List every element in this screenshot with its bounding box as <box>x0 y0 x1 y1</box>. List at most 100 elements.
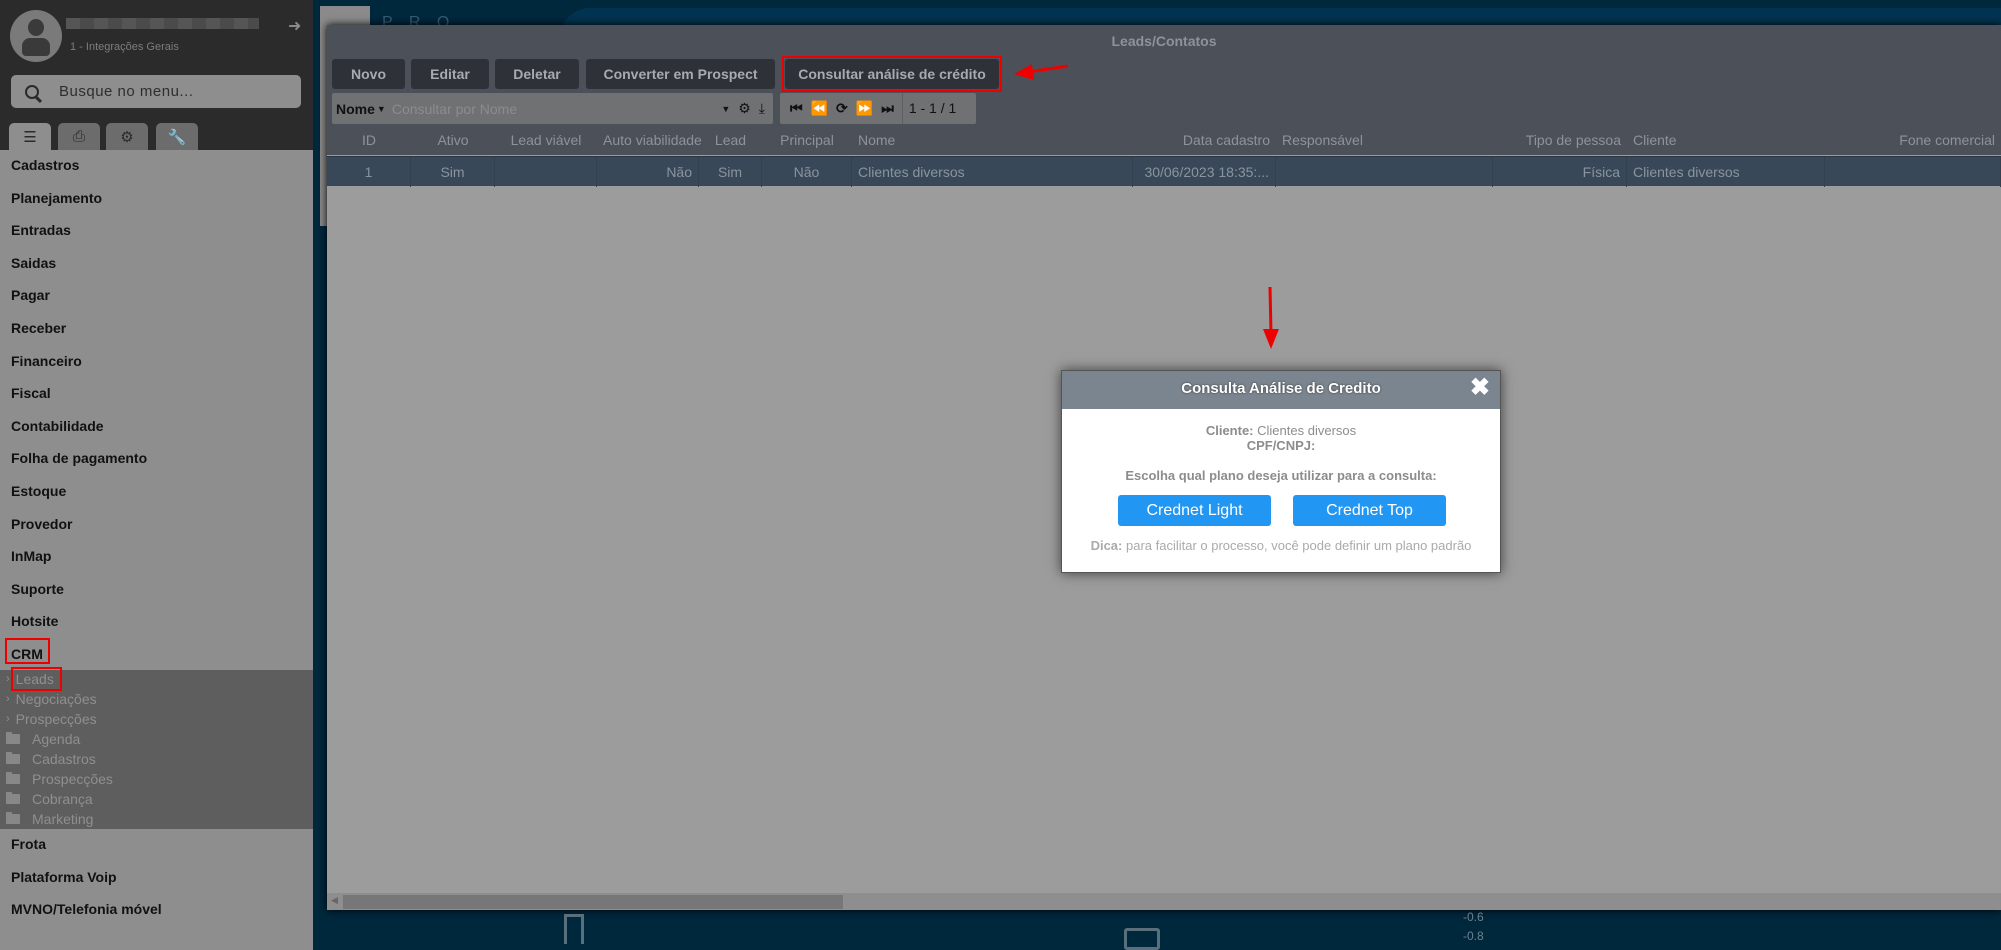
refresh-icon[interactable]: ⟳ <box>836 100 848 117</box>
search-input[interactable]: Consultar por Nome <box>392 101 721 117</box>
tab-settings[interactable]: ⚙ <box>106 123 148 150</box>
advanced-filter-icon[interactable]: ⚙ <box>738 100 751 117</box>
avatar[interactable] <box>10 10 62 62</box>
modal-title: Consulta Análise de Credito <box>1062 371 1500 409</box>
folder-label: Marketing <box>32 811 94 827</box>
company-label: 1 - Integrações Gerais <box>70 41 179 53</box>
money-icon <box>1124 928 1160 950</box>
submenu-folder[interactable]: Prospecções <box>6 771 113 787</box>
sidebar-item-entradas[interactable]: Entradas <box>11 222 71 238</box>
scrollbar-thumb[interactable] <box>343 895 843 909</box>
table-cell: Sim <box>411 157 495 187</box>
tab-tools[interactable]: 🔧 <box>156 123 198 150</box>
sidebar-item-frota[interactable]: Frota <box>11 836 46 852</box>
submenu-folder[interactable]: Agenda <box>6 731 80 747</box>
dashboard-background: -0.6 -0.8 <box>327 910 2001 950</box>
submenu-label: Prospecções <box>15 711 97 727</box>
column-header[interactable]: Cliente <box>1627 125 1825 155</box>
chevron-right-icon: › <box>6 693 10 705</box>
column-header[interactable]: Auto viabilidade <box>597 125 702 155</box>
folder-icon <box>6 792 20 804</box>
folder-icon <box>6 752 20 764</box>
table-cell <box>1276 157 1493 187</box>
axis-tick: -0.8 <box>1463 929 1484 943</box>
tab-menu-list[interactable]: ☰ <box>9 123 51 151</box>
sidebar-item-pagar[interactable]: Pagar <box>11 287 50 303</box>
tip-text: para facilitar o processo, você pode def… <box>1125 538 1472 553</box>
table-cell: Clientes diversos <box>1627 157 1825 187</box>
cliente-value: Clientes diversos <box>1257 423 1357 438</box>
column-header[interactable]: Lead <box>699 125 762 155</box>
pagination: ⏮ ⏪ ⟳ ⏩ ⏭ 1 - 1 / 1 <box>780 93 976 124</box>
horizontal-scrollbar[interactable]: ◀ <box>327 893 2001 910</box>
column-header[interactable]: Responsável <box>1276 125 1493 155</box>
sidebar-item-mvno-telefonia-m-vel[interactable]: MVNO/Telefonia móvel <box>11 901 162 917</box>
sidebar-item-financeiro[interactable]: Financeiro <box>11 353 82 369</box>
last-page-icon[interactable]: ⏭ <box>881 100 894 117</box>
column-header[interactable]: ID <box>327 125 411 155</box>
column-header[interactable]: Fone comercial <box>1825 125 2001 155</box>
menu-search-input[interactable]: Busque no menu... <box>11 75 301 108</box>
sidebar-item-inmap[interactable]: InMap <box>11 548 51 564</box>
sidebar-item-folha-de-pagamento[interactable]: Folha de pagamento <box>11 450 147 466</box>
submenu-folder[interactable]: Cadastros <box>6 751 96 767</box>
sidebar-item-cadastros[interactable]: Cadastros <box>11 157 79 173</box>
sidebar-item-receber[interactable]: Receber <box>11 320 66 336</box>
table-cell <box>1825 157 2001 187</box>
sidebar-item-plataforma-voip[interactable]: Plataforma Voip <box>11 869 117 885</box>
download-icon[interactable]: ⤓ <box>759 100 765 117</box>
submenu-folder[interactable]: Marketing <box>6 811 93 827</box>
sidebar-item-saidas[interactable]: Saidas <box>11 255 56 271</box>
caret-down-icon[interactable]: ▼ <box>721 104 730 114</box>
crednet-top-button[interactable]: Crednet Top <box>1293 495 1446 526</box>
tab-print[interactable]: ⎙ <box>58 123 100 150</box>
submenu-item[interactable]: › Negociações <box>6 691 97 707</box>
cpf-label: CPF/CNPJ: <box>1246 438 1316 453</box>
tip-label: Dica: <box>1090 538 1123 553</box>
next-page-icon[interactable]: ⏩ <box>856 100 873 117</box>
cliente-label: Cliente: <box>1205 423 1254 438</box>
close-icon[interactable]: ✖ <box>1470 373 1490 402</box>
table-cell <box>495 157 597 187</box>
column-header[interactable]: Ativo <box>411 125 495 155</box>
search-field-select[interactable]: Nome <box>336 101 375 117</box>
sidebar-item-estoque[interactable]: Estoque <box>11 483 66 499</box>
editar-button[interactable]: Editar <box>411 59 489 89</box>
scroll-left-icon[interactable]: ◀ <box>331 895 338 906</box>
folder-icon <box>6 812 20 824</box>
sidebar-item-provedor[interactable]: Provedor <box>11 516 72 532</box>
prev-page-icon[interactable]: ⏪ <box>811 100 828 117</box>
highlight-box <box>11 667 62 691</box>
caret-down-icon: ▼ <box>376 103 386 114</box>
column-header[interactable]: Lead viável <box>495 125 597 155</box>
plan-prompt: Escolha qual plano deseja utilizar para … <box>1125 468 1437 483</box>
submenu-label: Negociações <box>15 691 97 707</box>
table-header: ID Ativo Lead viável Auto viabilidade Lead Pr… <box>327 125 2001 155</box>
column-header[interactable]: Principal <box>762 125 852 155</box>
chevron-right-icon: › <box>6 673 10 685</box>
table-cell: Clientes diversos <box>852 157 1133 187</box>
folder-icon <box>6 732 20 744</box>
logout-icon[interactable]: ➜ <box>288 16 301 36</box>
table-row[interactable]: 1 Sim Não Sim Não Clientes diversos 30/06/2023… <box>327 156 2001 187</box>
novo-button[interactable]: Novo <box>332 59 405 89</box>
list-icon: ☰ <box>23 129 37 146</box>
sidebar-item-planejamento[interactable]: Planejamento <box>11 190 102 206</box>
sidebar-item-contabilidade[interactable]: Contabilidade <box>11 418 104 434</box>
first-page-icon[interactable]: ⏮ <box>790 100 803 117</box>
submenu-folder[interactable]: Cobrança <box>6 791 93 807</box>
crednet-light-button[interactable]: Crednet Light <box>1118 495 1271 526</box>
sidebar-item-suporte[interactable]: Suporte <box>11 581 64 597</box>
column-header[interactable]: Tipo de pessoa <box>1493 125 1627 155</box>
username-blurred <box>66 18 259 29</box>
submenu-item[interactable]: › Prospecções <box>6 711 97 727</box>
sidebar-item-hotsite[interactable]: Hotsite <box>11 613 58 629</box>
table-cell: Não <box>762 157 852 187</box>
converter-prospect-button[interactable]: Converter em Prospect <box>586 59 775 89</box>
deletar-button[interactable]: Deletar <box>495 59 579 89</box>
sidebar-item-fiscal[interactable]: Fiscal <box>11 385 51 401</box>
column-header[interactable]: Data cadastro <box>1133 125 1276 155</box>
red-arrow-down <box>1263 286 1279 349</box>
column-header[interactable]: Nome <box>852 125 1133 155</box>
printer-icon: ⎙ <box>72 128 85 145</box>
